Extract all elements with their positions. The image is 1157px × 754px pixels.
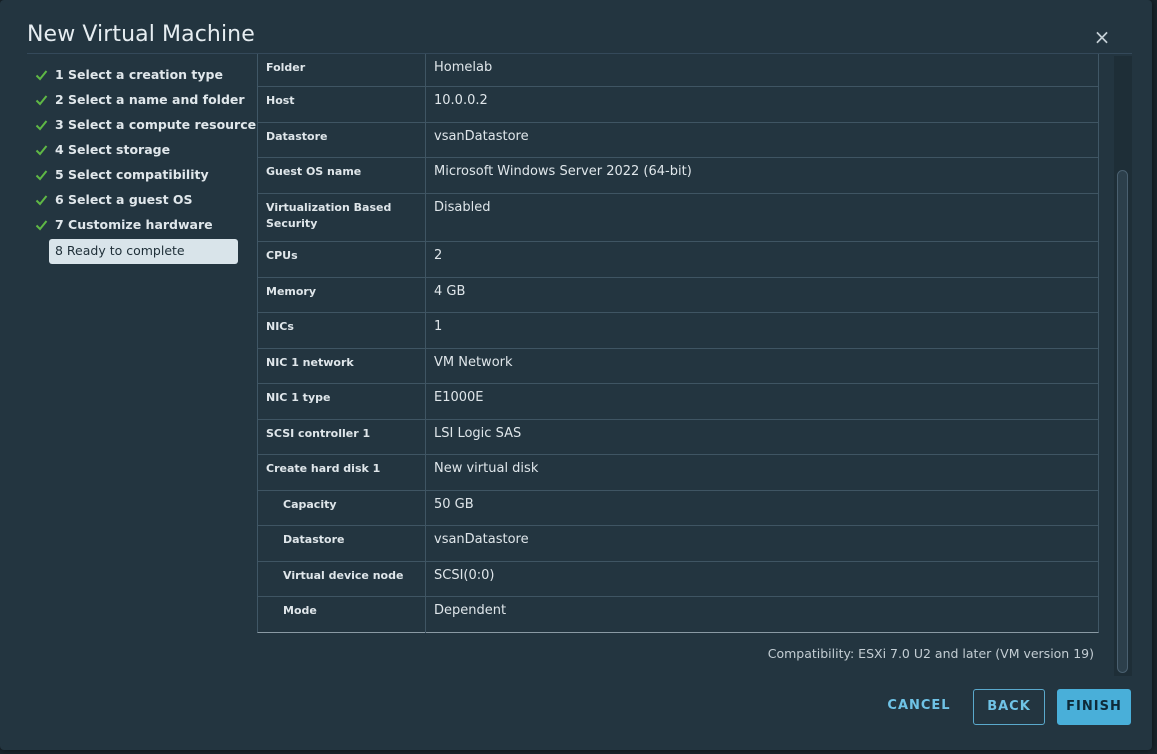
summary-row-label: NIC 1 network [258, 349, 426, 383]
checkmark-icon [35, 145, 48, 156]
summary-row-label: Datastore [258, 123, 426, 157]
summary-row: NIC 1 type E1000E [258, 384, 1098, 420]
summary-row: Virtual device node SCSI(0:0) [258, 562, 1098, 597]
summary-row-value: Dependent [434, 603, 507, 618]
summary-row-value: 1 [434, 319, 443, 334]
wizard-step-2[interactable]: 2 Select a name and folder [27, 89, 245, 114]
summary-row-label: NIC 1 type [258, 384, 426, 419]
checkmark-icon [35, 170, 48, 181]
wizard-step-label: 6 Select a guest OS [55, 192, 193, 207]
summary-row: Host 10.0.0.2 [258, 87, 1098, 123]
summary-row: Memory 4 GB [258, 278, 1098, 313]
wizard-step-label: 4 Select storage [55, 142, 171, 157]
checkmark-icon [35, 70, 48, 81]
summary-row-value: Microsoft Windows Server 2022 (64-bit) [434, 164, 692, 179]
wizard-step-7[interactable]: 7 Customize hardware [27, 214, 239, 239]
new-vm-dialog: New Virtual Machine × 1 Select a creatio… [0, 0, 1152, 750]
summary-row: NICs 1 [258, 313, 1098, 349]
summary-row-label: Host [258, 87, 426, 122]
summary-row-value: 50 GB [434, 497, 474, 512]
summary-row: SCSI controller 1 LSI Logic SAS [258, 420, 1098, 455]
summary-row-value: E1000E [434, 390, 484, 405]
wizard-step-label: 5 Select compatibility [55, 167, 209, 182]
close-icon[interactable]: × [1092, 27, 1112, 47]
summary-row: NIC 1 network VM Network [258, 349, 1098, 384]
summary-row-value: LSI Logic SAS [434, 426, 522, 441]
finish-button[interactable]: FINISH [1057, 689, 1131, 725]
summary-row-label: Mode [258, 597, 426, 633]
summary-row-label: Create hard disk 1 [258, 455, 426, 490]
summary-row-value: Disabled [434, 200, 491, 215]
summary-row-label: Datastore [258, 526, 426, 561]
checkmark-icon [35, 95, 48, 106]
summary-row-value: 10.0.0.2 [434, 93, 488, 108]
summary-row-label: SCSI controller 1 [258, 420, 426, 454]
summary-row-label: Virtual device node [258, 562, 426, 596]
wizard-step-label: 3 Select a compute resource [55, 117, 257, 132]
summary-row-value: SCSI(0:0) [434, 568, 495, 583]
summary-row-label: Memory [258, 278, 426, 312]
summary-row-label: Guest OS name [258, 158, 426, 193]
summary-row: Datastore vsanDatastore [258, 526, 1098, 562]
compatibility-note: Compatibility: ESXi 7.0 U2 and later (VM… [767, 646, 1094, 661]
wizard-step-6[interactable]: 6 Select a guest OS [27, 189, 239, 214]
summary-row: CPUs 2 [258, 242, 1098, 278]
summary-row: Create hard disk 1 New virtual disk [258, 455, 1098, 491]
summary-row-label: Virtualization Based Security [258, 194, 426, 241]
wizard-step-3[interactable]: 3 Select a compute resource [27, 114, 256, 139]
wizard-step-label: 2 Select a name and folder [55, 92, 245, 107]
summary-row: Mode Dependent [258, 597, 1098, 633]
wizard-steps: 1 Select a creation type 2 Select a name … [27, 64, 256, 264]
summary-row-label: Folder [258, 54, 426, 86]
summary-row-value: Homelab [434, 60, 493, 75]
wizard-step-label: 7 Customize hardware [55, 217, 213, 232]
summary-row: Guest OS name Microsoft Windows Server 20… [258, 158, 1098, 194]
scrollbar-thumb[interactable] [1117, 170, 1128, 673]
summary-row-value: 2 [434, 248, 443, 263]
wizard-step-5[interactable]: 5 Select compatibility [27, 164, 239, 189]
cancel-button[interactable]: CANCEL [878, 689, 960, 725]
checkmark-icon [35, 220, 48, 231]
summary-row-value: 4 GB [434, 284, 466, 299]
summary-row: Capacity 50 GB [258, 491, 1098, 526]
wizard-step-1[interactable]: 1 Select a creation type [27, 64, 239, 89]
summary-row: Datastore vsanDatastore [258, 123, 1098, 158]
summary-row: Virtualization Based Security Disabled [258, 194, 1098, 242]
summary-row-label: NICs [258, 313, 426, 348]
summary-row-label: Capacity [258, 491, 426, 525]
wizard-step-label: 8 Ready to complete [55, 243, 185, 258]
summary-row-value: VM Network [434, 355, 513, 370]
checkmark-icon [35, 195, 48, 206]
summary-row-value: New virtual disk [434, 461, 539, 476]
checkmark-icon [35, 120, 48, 131]
wizard-step-8[interactable]: 8 Ready to complete [49, 239, 238, 264]
dialog-title: New Virtual Machine [27, 22, 255, 47]
summary-row-value: vsanDatastore [434, 129, 529, 144]
summary-row-label: CPUs [258, 242, 426, 277]
summary-row: Folder Homelab [258, 54, 1098, 87]
back-button[interactable]: BACK [973, 689, 1045, 725]
wizard-step-label: 1 Select a creation type [55, 67, 223, 82]
summary-table: Folder Homelab Host 10.0.0.2 Datastore vsanDa… [257, 54, 1099, 633]
wizard-step-4[interactable]: 4 Select storage [27, 139, 239, 164]
summary-row-value: vsanDatastore [434, 532, 529, 547]
